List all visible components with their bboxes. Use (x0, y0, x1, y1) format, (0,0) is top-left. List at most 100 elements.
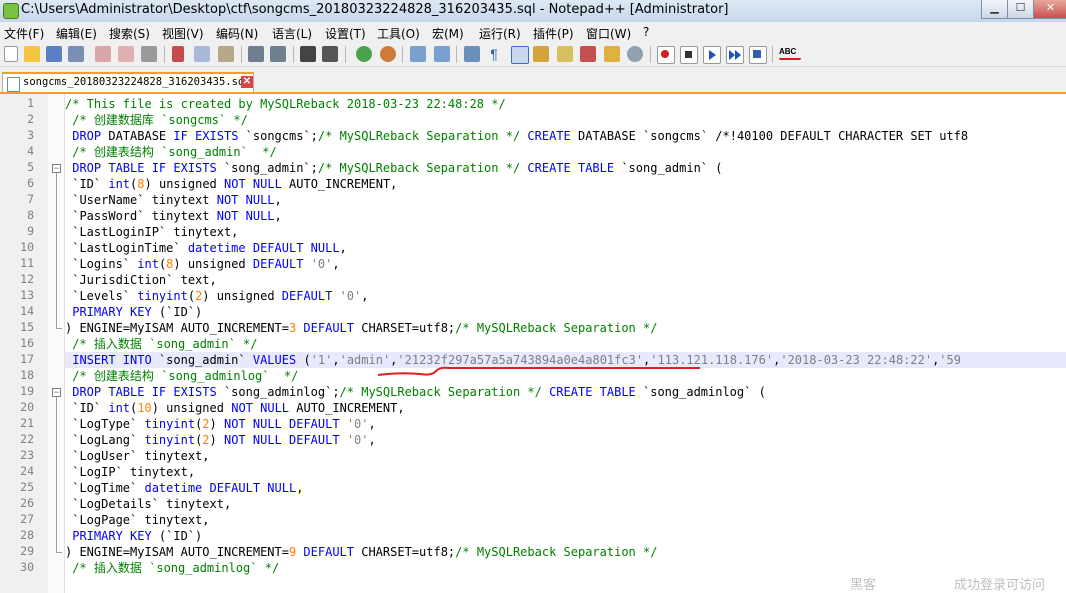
code-line: DROP DATABASE IF EXISTS `songcms`;/* MyS… (65, 128, 1066, 144)
code-line: /* 创建表结构 `song_adminlog` */ (65, 368, 1066, 384)
toolbar-separator (293, 46, 294, 63)
redo-icon[interactable] (270, 46, 286, 62)
code-token: /* 创建数据库 `songcms` */ (65, 113, 248, 127)
open-file-icon[interactable] (24, 46, 40, 62)
toolbar-separator (456, 46, 457, 63)
code-token: `ID` (65, 177, 109, 191)
code-line: `Logins` int(8) unsigned DEFAULT '0', (65, 256, 1066, 272)
menu-item[interactable]: 编辑(E) (56, 25, 97, 42)
line-number: 28 (20, 528, 34, 542)
menu-item[interactable]: 宏(M) (432, 25, 464, 42)
playback-macro-icon[interactable] (703, 46, 721, 64)
line-number: 7 (27, 192, 34, 206)
fold-guide (56, 173, 57, 328)
code-token: 'admin' (339, 353, 391, 367)
maximize-button[interactable]: ☐ (1007, 0, 1034, 19)
menu-item[interactable]: 文件(F) (4, 25, 44, 42)
toolbar-separator (772, 46, 773, 63)
tab-songcms-sql[interactable]: songcms_20180323224828_316203435.sql ✕ (2, 72, 254, 92)
paste-icon[interactable] (218, 46, 234, 62)
code-token: , (296, 481, 304, 495)
code-token: datetime DEFAULT NULL (144, 481, 297, 495)
run-macro-multiple-icon[interactable] (726, 46, 744, 64)
monitoring-icon[interactable] (627, 46, 643, 62)
close-all-icon[interactable] (118, 46, 134, 62)
fold-toggle-icon[interactable]: − (52, 164, 61, 173)
code-token: datetime DEFAULT NULL (187, 241, 340, 255)
menu-item[interactable]: 窗口(W) (586, 25, 631, 42)
function-list-icon[interactable] (580, 46, 596, 62)
code-token: `LogLang` (65, 433, 145, 447)
code-token: , (368, 433, 376, 447)
save-macro-icon[interactable] (749, 46, 767, 64)
spell-check-icon[interactable]: ABC (779, 46, 801, 60)
sync-vertical-icon[interactable] (410, 46, 426, 62)
sync-horizontal-icon[interactable] (434, 46, 450, 62)
menu-item[interactable]: 运行(R) (479, 25, 521, 42)
code-token: '1' (310, 353, 333, 367)
cut-icon[interactable] (172, 46, 184, 62)
print-icon[interactable] (141, 46, 157, 62)
undo-icon[interactable] (248, 46, 264, 62)
line-number: 26 (20, 496, 34, 510)
doc-map-icon[interactable] (557, 46, 573, 62)
close-button[interactable]: ✕ (1033, 0, 1066, 19)
line-number: 18 (20, 368, 34, 382)
code-token: `LogIP` tinytext, (65, 465, 196, 479)
user-defined-language-icon[interactable] (533, 46, 549, 62)
code-line: DROP TABLE IF EXISTS `song_admin`;/* MyS… (65, 160, 1066, 176)
code-editor[interactable]: /* This file is created by MySQLReback 2… (65, 94, 1066, 593)
line-number: 12 (20, 272, 34, 286)
indent-guide-icon[interactable] (511, 46, 529, 64)
menu-item[interactable]: 编码(N) (216, 25, 258, 42)
code-token: ( (187, 289, 196, 303)
code-token: '2018-03-23 22:48:22' (780, 353, 933, 367)
code-token: ) ENGINE=MyISAM AUTO_INCREMENT= (65, 321, 289, 335)
code-token: /* 创建表结构 `song_adminlog` */ (65, 369, 299, 383)
code-token: CREATE (520, 129, 578, 143)
code-token: `LogTime` (65, 481, 145, 495)
code-token: '0' (310, 257, 333, 271)
menu-item[interactable]: 设置(T) (325, 25, 366, 42)
new-file-icon[interactable] (4, 46, 18, 62)
copy-icon[interactable] (194, 46, 210, 62)
code-token: , (332, 257, 340, 271)
menu-item[interactable]: 插件(P) (533, 25, 574, 42)
menu-item[interactable]: 搜索(S) (109, 25, 150, 42)
line-number: 5 (27, 160, 34, 174)
line-number: 2 (27, 112, 34, 126)
code-token: (`ID`) (151, 305, 203, 319)
menu-item[interactable]: 语言(L) (272, 25, 312, 42)
line-number: 8 (27, 208, 34, 222)
fold-toggle-icon[interactable]: − (52, 388, 61, 397)
menu-item[interactable]: ? (643, 25, 649, 39)
replace-icon[interactable] (322, 46, 338, 62)
zoom-out-icon[interactable] (380, 46, 396, 62)
code-line: DROP TABLE IF EXISTS `song_adminlog`;/* … (65, 384, 1066, 400)
find-icon[interactable] (300, 46, 316, 62)
code-token: DEFAULT (296, 545, 354, 559)
record-macro-icon[interactable] (657, 46, 675, 64)
stop-recording-icon[interactable] (680, 46, 698, 64)
code-token: '113.121.118.176' (650, 353, 774, 367)
code-token: /* MySQLReback Separation */ (339, 385, 542, 399)
code-token: `LastLoginIP` tinytext, (65, 225, 239, 239)
code-line: ) ENGINE=MyISAM AUTO_INCREMENT=9 DEFAULT… (65, 544, 1066, 560)
minimize-button[interactable]: ▁ (981, 0, 1008, 19)
save-all-icon[interactable] (68, 46, 84, 62)
code-token: CREATE TABLE (520, 161, 615, 175)
save-icon[interactable] (46, 46, 62, 62)
menu-item[interactable]: 视图(V) (162, 25, 204, 42)
code-line: `LogPage` tinytext, (65, 512, 1066, 528)
code-line: `Levels` tinyint(2) unsigned DEFAULT '0'… (65, 288, 1066, 304)
show-all-characters-icon[interactable]: ¶ (486, 46, 502, 62)
menu-item[interactable]: 工具(O) (377, 25, 420, 42)
tab-close-icon[interactable]: ✕ (241, 76, 253, 88)
close-file-icon[interactable] (95, 46, 111, 62)
word-wrap-icon[interactable] (464, 46, 480, 62)
folder-as-workspace-icon[interactable] (604, 46, 620, 62)
zoom-in-icon[interactable] (356, 46, 372, 62)
line-number: 10 (20, 240, 34, 254)
line-number: 3 (27, 128, 34, 142)
code-line: `ID` int(10) unsigned NOT NULL AUTO_INCR… (65, 400, 1066, 416)
